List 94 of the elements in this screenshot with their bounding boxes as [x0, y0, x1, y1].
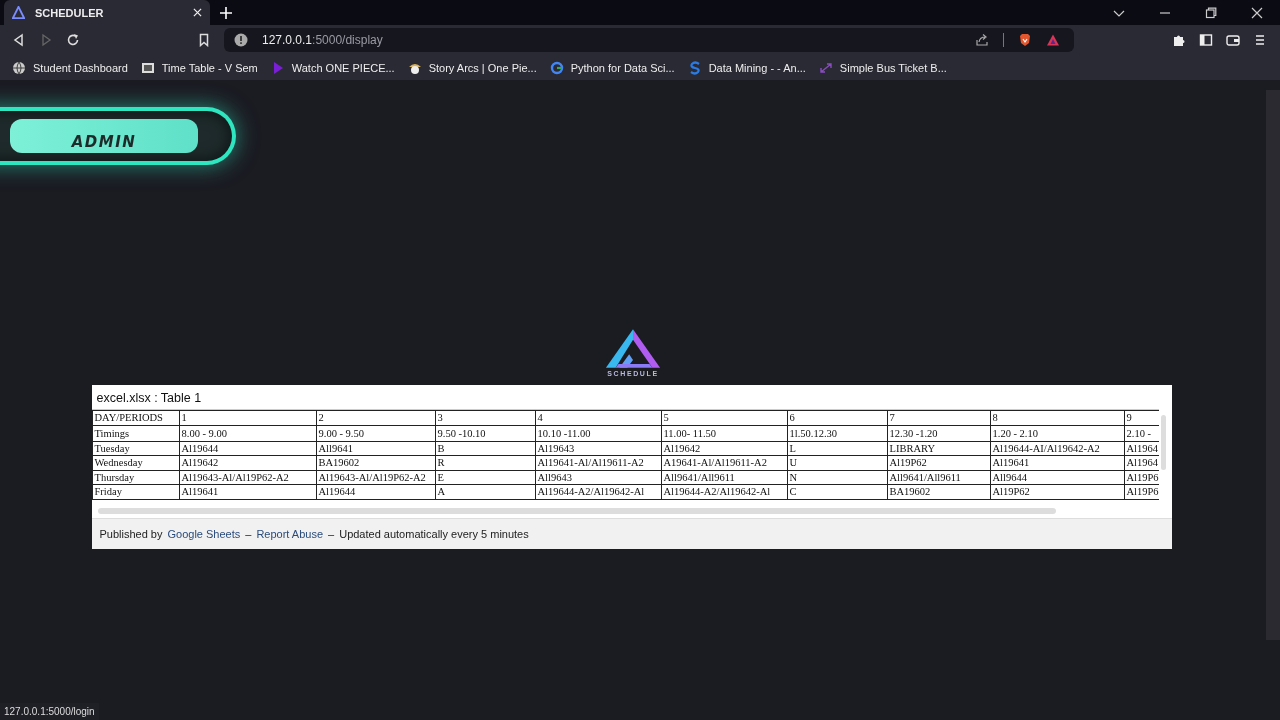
- calendar-icon: [140, 60, 155, 75]
- triangle-icon: [12, 6, 25, 19]
- separator-dash: –: [245, 528, 252, 540]
- table-cell: Al19642: [179, 455, 316, 470]
- table-cell: Al19644-AI/Al19642-A2: [990, 441, 1124, 456]
- table-cell: 11.00- 11.50: [661, 425, 787, 441]
- puzzle-icon[interactable]: [1172, 33, 1186, 47]
- bookmark-link[interactable]: Watch ONE PIECE...: [270, 60, 395, 75]
- admin-button[interactable]: ADMIN: [10, 119, 198, 153]
- table-cell: Al19643-Al/Al19P62-A2: [316, 470, 435, 485]
- back-icon[interactable]: [12, 33, 26, 47]
- table-cell: 8: [990, 410, 1124, 425]
- new-tab-icon[interactable]: [220, 7, 232, 19]
- table-cell: N: [787, 470, 887, 485]
- table-cell: L: [787, 441, 887, 456]
- table-cell: A19641-Al/Al19611-A2: [661, 455, 787, 470]
- footer-text: Published by: [99, 528, 163, 540]
- footer-text: Updated automatically every 5 minutes: [339, 528, 529, 540]
- separator-dash: –: [328, 528, 335, 540]
- table-cell: Al19644-A2/Al19642-Al: [535, 484, 661, 499]
- table-cell: Al19641: [990, 455, 1124, 470]
- table-cell: Timings: [92, 425, 179, 441]
- table-cell: 5: [661, 410, 787, 425]
- triangle-logo-icon: [604, 327, 662, 370]
- bookmark-link[interactable]: Data Mining - - An...: [687, 60, 806, 75]
- table-cell: All9643: [535, 470, 661, 485]
- wallet-icon[interactable]: [1226, 33, 1240, 47]
- table-cell: R: [435, 455, 535, 470]
- table-cell: Al19641: [179, 484, 316, 499]
- triangle-icon[interactable]: [1046, 33, 1060, 47]
- bookmark-icon[interactable]: [197, 33, 211, 47]
- bookmark-link[interactable]: Simple Bus Ticket B...: [818, 60, 947, 75]
- table-cell: Al19641-Al/Al19611-A2: [535, 455, 661, 470]
- table-cell: U: [787, 455, 887, 470]
- table-cell: Friday: [92, 484, 179, 499]
- close-icon[interactable]: [1251, 7, 1263, 19]
- tab-title: SCHEDULER: [35, 6, 105, 19]
- table-cell: C: [787, 484, 887, 499]
- table-cell: All9641: [316, 441, 435, 456]
- table-cell: All9641/All9611: [887, 470, 990, 485]
- table-cell: 7: [887, 410, 990, 425]
- g-logo-icon: [549, 60, 564, 75]
- share-icon[interactable]: [975, 33, 989, 47]
- globe-icon: [12, 60, 26, 75]
- bookmark-link[interactable]: Time Table - V Sem: [140, 60, 258, 75]
- bookmark-link[interactable]: Student Dashboard: [12, 60, 128, 75]
- table-cell: 9.00 - 9.50: [316, 425, 435, 441]
- table-cell: 4: [535, 410, 661, 425]
- table-cell: 2: [316, 410, 435, 425]
- table-cell: 8.00 - 9.00: [179, 425, 316, 441]
- table-cell: 10.10 -11.00: [535, 425, 661, 441]
- table-cell: DAY/PERIODS: [92, 410, 179, 425]
- table-cell: LIBRARY: [887, 441, 990, 456]
- sheet-title: excel.xlsx : Table 1: [95, 390, 203, 407]
- table-cell: Wednesday: [92, 455, 179, 470]
- table-cell: 1: [179, 410, 316, 425]
- info-icon[interactable]: [234, 33, 248, 47]
- sidebar-icon[interactable]: [1199, 33, 1213, 47]
- table-cell: 3: [435, 410, 535, 425]
- table-cell: B: [435, 441, 535, 456]
- table-cell: Thursday: [92, 470, 179, 485]
- bookmark-link[interactable]: Python for Data Sci...: [549, 60, 675, 75]
- restore-icon[interactable]: [1205, 7, 1217, 19]
- browser-tab[interactable]: SCHEDULER: [4, 0, 210, 25]
- bookmark-link[interactable]: Story Arcs | One Pie...: [407, 60, 537, 75]
- table-cell: Al19P62: [990, 484, 1124, 499]
- table-cell: 12.30 -1.20: [887, 425, 990, 441]
- table-cell: BA19602: [887, 484, 990, 499]
- arrows-icon: [818, 60, 833, 75]
- table-cell: Al19644: [179, 441, 316, 456]
- table-cell: All9641/All9611: [661, 470, 787, 485]
- table-cell: 1l.50.12.30: [787, 425, 887, 441]
- table-cell: Al19644: [316, 484, 435, 499]
- s-shape-icon: [687, 60, 702, 75]
- forward-icon[interactable]: [39, 33, 53, 47]
- table-cell: Al19642: [661, 441, 787, 456]
- address-bar[interactable]: 127.0.0.1:5000/display: [224, 28, 1074, 52]
- table-cell: All9644: [990, 470, 1124, 485]
- table-cell: 6: [787, 410, 887, 425]
- table-cell: A: [435, 484, 535, 499]
- table-cell: E: [435, 470, 535, 485]
- reload-icon[interactable]: [66, 33, 80, 47]
- report-abuse-link[interactable]: Report Abuse: [256, 528, 324, 540]
- google-sheets-link[interactable]: Google Sheets: [167, 528, 241, 540]
- table-cell: Tuesday: [92, 441, 179, 456]
- table-cell: BA19602: [316, 455, 435, 470]
- table-cell: 1.20 - 2.10: [990, 425, 1124, 441]
- menu-icon[interactable]: [1253, 33, 1267, 47]
- status-url: 127.0.0.1:5000/login: [0, 703, 99, 720]
- table-cell: Al19644-A2/Al19642-Al: [661, 484, 787, 499]
- table-cell: Al19643-Al/Al19P62-A2: [179, 470, 316, 485]
- table-cell: Al19P62: [887, 455, 990, 470]
- table-cell: Al19643: [535, 441, 661, 456]
- table-cell: 9.50 -10.10: [435, 425, 535, 441]
